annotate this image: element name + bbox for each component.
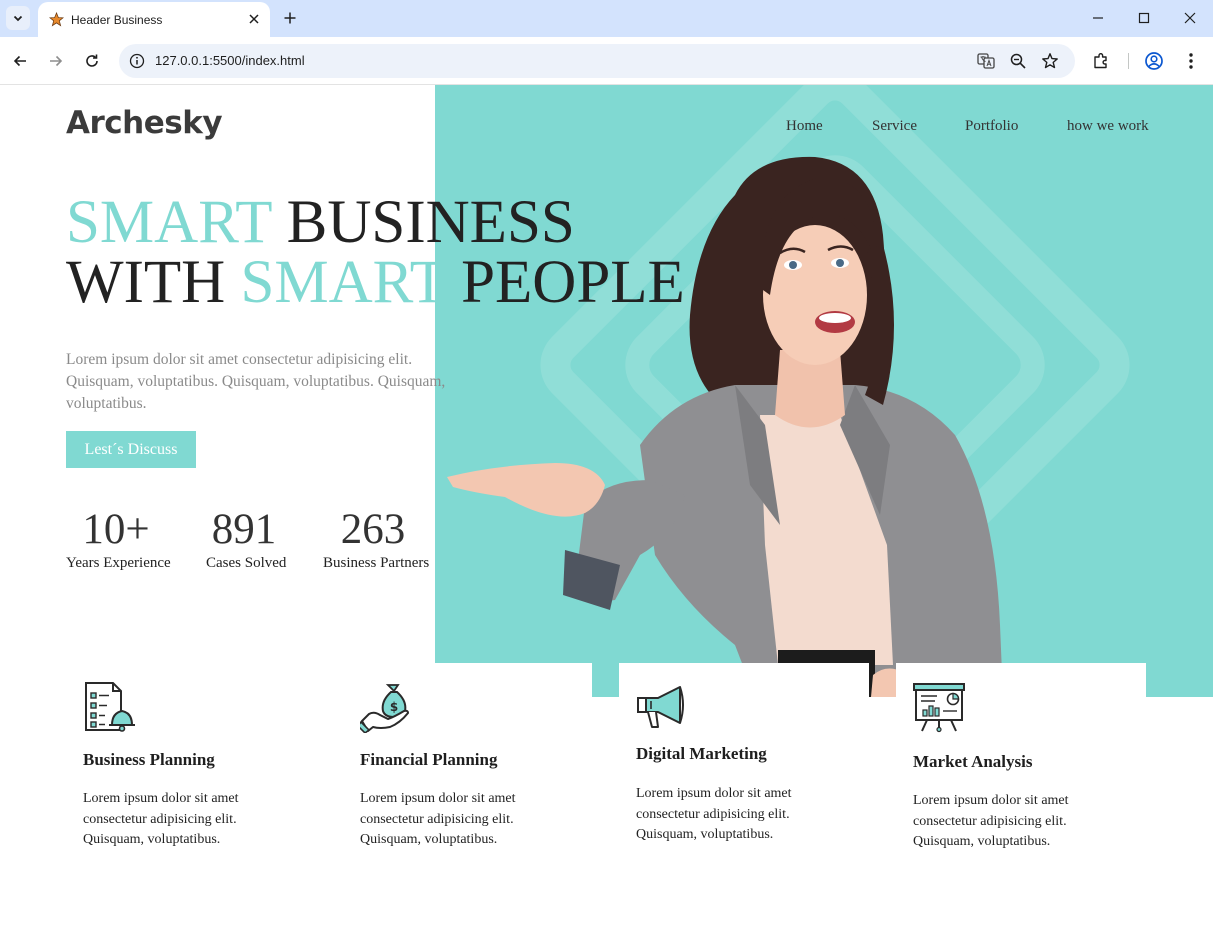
service-card-business-planning[interactable]: Business Planning Lorem ipsum dolor sit … <box>66 663 316 863</box>
stat-years-value: 10+ <box>82 506 150 553</box>
hero-background <box>435 85 1213 697</box>
headline-accent-1: SMART <box>66 189 272 256</box>
reload-icon[interactable] <box>80 49 104 73</box>
lets-discuss-button[interactable]: Lest´s Discuss <box>66 431 196 468</box>
profile-avatar-icon[interactable] <box>1142 49 1166 73</box>
svg-text:$: $ <box>390 700 398 714</box>
minimize-icon[interactable] <box>1083 6 1113 30</box>
back-arrow-icon[interactable] <box>8 49 32 73</box>
browser-toolbar: 127.0.0.1:5500/index.html <box>0 37 1213 85</box>
stat-partners-label: Business Partners <box>323 555 430 571</box>
close-tab-icon[interactable] <box>246 11 262 27</box>
hero-description: Lorem ipsum dolor sit amet consectetur a… <box>66 351 446 412</box>
service-title: Market Analysis <box>913 752 1033 771</box>
stat-years-label: Years Experience <box>66 555 171 571</box>
forward-arrow-icon[interactable] <box>44 49 68 73</box>
browser-tab-bar: Header Business <box>0 0 1213 37</box>
site-info-icon[interactable] <box>129 53 145 69</box>
headline-line1-rest: BUSINESS <box>271 189 575 256</box>
service-text: Lorem ipsum dolor sit amet consectetur a… <box>636 786 792 842</box>
service-title: Digital Marketing <box>636 744 767 763</box>
nav-link-service[interactable]: Service <box>872 118 917 135</box>
browser-tab[interactable]: Header Business <box>38 2 270 37</box>
kebab-menu-icon[interactable] <box>1179 49 1203 73</box>
business-planning-icon <box>85 682 135 732</box>
extensions-puzzle-icon[interactable] <box>1089 49 1113 73</box>
star-favicon-icon <box>48 12 64 28</box>
address-bar[interactable]: 127.0.0.1:5500/index.html <box>119 44 1075 78</box>
headline-accent-2: SMART <box>240 249 446 316</box>
close-window-icon[interactable] <box>1175 6 1205 30</box>
bookmark-star-icon[interactable] <box>1041 52 1059 70</box>
money-bag-hand-icon: $ <box>360 684 409 733</box>
toolbar-separator <box>1128 53 1129 69</box>
maximize-icon[interactable] <box>1129 6 1159 30</box>
tab-search-button[interactable] <box>6 6 30 30</box>
tab-title: Header Business <box>71 12 163 27</box>
stat-cases-label: Cases Solved <box>206 555 287 571</box>
zoom-icon[interactable] <box>1009 52 1027 70</box>
translate-icon[interactable] <box>977 52 995 70</box>
headline-line2-start: WITH <box>66 249 241 316</box>
service-card-financial-planning[interactable]: $ Financial Planning Lorem ipsum dolor s… <box>343 663 592 863</box>
service-title: Financial Planning <box>360 750 498 769</box>
hero-headline: SMART BUSINESS WITH SMART PEOPLE <box>66 192 685 316</box>
chevron-down-icon <box>13 15 23 22</box>
site-logo[interactable]: Archesky <box>66 105 223 141</box>
stat-cases-value: 891 <box>211 506 277 553</box>
businesswoman-photo <box>447 156 1003 697</box>
nav-link-home[interactable]: Home <box>786 118 823 135</box>
service-card-market-analysis[interactable]: Market Analysis Lorem ipsum dolor sit am… <box>896 663 1146 863</box>
stat-partners-value: 263 <box>340 506 406 553</box>
nav-link-how-we-work[interactable]: how we work <box>1067 118 1149 135</box>
service-text: Lorem ipsum dolor sit amet consectetur a… <box>360 791 516 847</box>
megaphone-icon <box>637 686 684 728</box>
url-text[interactable]: 127.0.0.1:5500/index.html <box>155 53 305 68</box>
service-text: Lorem ipsum dolor sit amet consectetur a… <box>913 793 1069 849</box>
headline-line2-end: PEOPLE <box>445 249 685 316</box>
new-tab-plus-icon[interactable] <box>280 8 300 28</box>
service-title: Business Planning <box>83 750 215 769</box>
nav-link-portfolio[interactable]: Portfolio <box>965 118 1018 135</box>
web-page: Archesky Home Service Portfolio how we w… <box>0 85 1213 934</box>
service-card-digital-marketing[interactable]: Digital Marketing Lorem ipsum dolor sit … <box>619 663 869 863</box>
service-text: Lorem ipsum dolor sit amet consectetur a… <box>83 791 239 847</box>
presentation-board-icon <box>913 683 965 733</box>
